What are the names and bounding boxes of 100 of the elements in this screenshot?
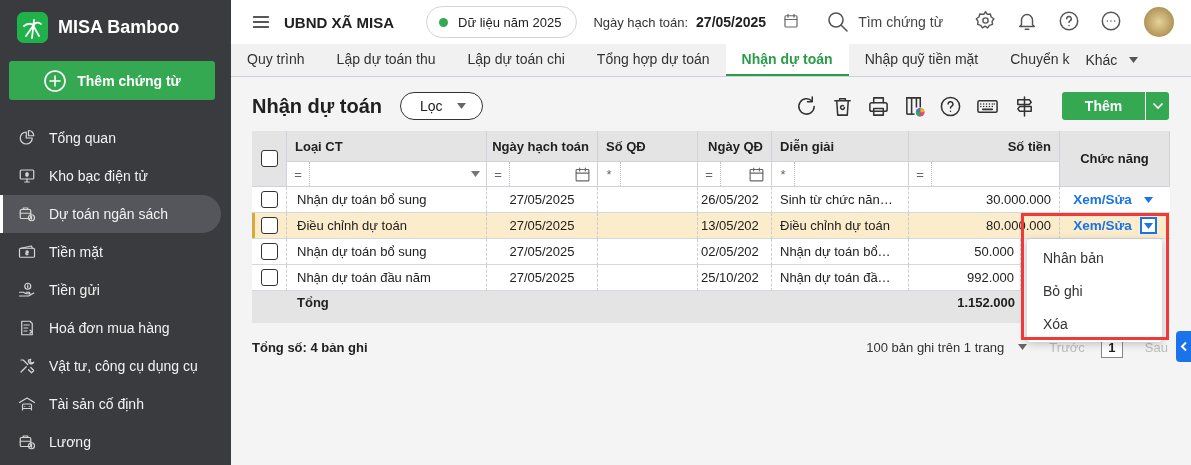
tools-icon (18, 357, 36, 375)
help-icon[interactable] (1058, 9, 1081, 32)
table-cell: Sinh từ chức năn… (772, 187, 909, 213)
tab[interactable]: Lập dự toán thu (320, 44, 452, 76)
hand-coin-icon (18, 281, 36, 299)
table-cell: Nhận dự toán đầ… (772, 265, 909, 291)
row-select-cell[interactable] (252, 187, 287, 213)
table-cell: Điều chỉnh dự toán (772, 213, 909, 239)
filter-field[interactable]: = (909, 161, 1060, 186)
row-select-cell[interactable] (252, 213, 287, 239)
table-cell: 02/05/202 (698, 239, 772, 265)
total-label: Tổng (297, 295, 329, 311)
calendar-icon[interactable] (574, 165, 591, 183)
help-icon[interactable] (939, 94, 962, 118)
column-settings-icon[interactable] (903, 94, 926, 118)
more-icon[interactable] (1100, 9, 1123, 32)
table-cell: Nhận dự toán bổ… (772, 239, 909, 265)
record-count: Tổng số: 4 bản ghi (252, 339, 368, 355)
sidebar-item[interactable]: Kho bạc điện tử (0, 157, 221, 195)
app-name: MISA Bamboo (58, 16, 180, 38)
caret-icon (1143, 222, 1153, 229)
tab[interactable]: Chuyển k (994, 44, 1078, 76)
sidebar-item[interactable]: Tiền mặt (0, 233, 221, 271)
menu-item[interactable]: Nhân bản (1027, 241, 1162, 274)
calendar-icon[interactable] (748, 165, 765, 183)
table-cell: 27/05/2025 (487, 213, 598, 239)
organization-name: UBND XÃ MISA (284, 13, 394, 31)
table-cell: Nhận dự toán bổ sung (287, 187, 487, 213)
table-cell: 25/10/202 (698, 265, 772, 291)
tab[interactable]: Lập dự toán chi (451, 44, 581, 76)
sidebar-item[interactable]: Hoá đơn mua hàng (0, 309, 221, 347)
data-year-selector[interactable]: Dữ liệu năm 2025 (426, 6, 578, 38)
table-cell: 13/05/202 (698, 213, 772, 239)
total-amount: 1.152.000 (957, 295, 1015, 311)
menu-item[interactable]: Bỏ ghi (1027, 274, 1162, 307)
sidebar-item[interactable]: Lương (0, 423, 221, 461)
briefcase-coin-icon (18, 433, 36, 451)
filter-field[interactable]: = (698, 161, 772, 186)
filter-dropdown[interactable]: Lọc (400, 92, 483, 120)
caret-icon (1018, 344, 1028, 350)
briefcase-coin-icon (18, 205, 36, 223)
monitor-icon (18, 167, 36, 185)
chevron-left-icon[interactable] (1179, 341, 1188, 352)
checkbox[interactable] (260, 150, 278, 167)
printer-icon[interactable] (867, 94, 890, 118)
table-cell: 30.000.000 (909, 187, 1060, 213)
checkbox[interactable] (260, 269, 278, 286)
posting-date: 27/05/2025 (696, 14, 767, 30)
calendar-icon[interactable] (782, 11, 801, 30)
search-field[interactable]: Tìm chứng từ (826, 10, 944, 34)
filter-field[interactable]: * (598, 161, 698, 186)
table-cell: 992.000 (909, 265, 1021, 291)
banknote-icon (18, 243, 36, 261)
checkbox[interactable] (260, 191, 278, 208)
sidebar-item[interactable]: Tiền gửi (0, 271, 221, 309)
row-select-cell[interactable] (252, 265, 287, 291)
sidebar-item[interactable]: Tài sản cố định (0, 385, 221, 423)
checkbox[interactable] (260, 217, 278, 234)
table-cell: Điều chỉnh dự toán (287, 213, 487, 239)
view-edit-link[interactable]: Xem/Sửa (1073, 192, 1132, 207)
posting-date-label: Ngày hạch toán: (593, 14, 689, 30)
search-icon (826, 10, 851, 34)
table-cell: 27/05/2025 (487, 187, 598, 213)
filter-field[interactable]: = (487, 161, 598, 186)
table-cell: Nhận dự toán đầu năm (287, 265, 487, 291)
avatar[interactable] (1144, 7, 1175, 37)
table-cell: 27/05/2025 (487, 239, 598, 265)
add-options-button[interactable] (1145, 92, 1169, 120)
refresh-icon[interactable] (795, 94, 818, 118)
status-dot (439, 17, 448, 27)
page-size-dropdown[interactable]: 100 bản ghi trên 1 trang (866, 339, 1028, 355)
table-cell: Nhận dự toán bổ sung (287, 239, 487, 265)
checkbox[interactable] (260, 243, 278, 260)
caret-icon (456, 103, 466, 109)
filter-field[interactable]: * (772, 161, 909, 186)
sidebar-item[interactable]: Vật tư, công cụ dụng cụ (0, 347, 221, 385)
caret-icon (1143, 196, 1153, 203)
tab[interactable]: Tổng hợp dự toán (580, 44, 726, 76)
row-menu-toggle[interactable] (1139, 217, 1157, 234)
pie-chart-icon (18, 129, 36, 147)
tab[interactable]: Quy trình (231, 44, 321, 76)
page-title: Nhận dự toán (252, 94, 383, 118)
filter-field[interactable]: = (287, 161, 487, 186)
garage-car-icon (18, 395, 36, 413)
table-cell: 50.000 (909, 239, 1021, 265)
tab[interactable]: Nhập quỹ tiền mặt (848, 44, 995, 76)
caret-icon (1129, 57, 1139, 63)
table-cell: 26/05/202 (698, 187, 772, 213)
plus-circle-icon (43, 68, 68, 93)
app-logo (17, 11, 48, 43)
caret-icon[interactable] (471, 171, 480, 177)
view-edit-link[interactable]: Xem/Sửa (1073, 218, 1132, 233)
sidebar-item[interactable]: Tổng quan (0, 119, 221, 157)
chevron-down-icon (1151, 102, 1164, 110)
invoice-icon (18, 319, 36, 337)
sidebar-item[interactable]: Dự toán ngân sách (0, 195, 221, 233)
more-tab[interactable]: Khác (1077, 44, 1147, 76)
table-cell: 27/05/2025 (487, 265, 598, 291)
settings-icon[interactable] (975, 10, 997, 31)
row-select-cell[interactable] (252, 239, 287, 265)
